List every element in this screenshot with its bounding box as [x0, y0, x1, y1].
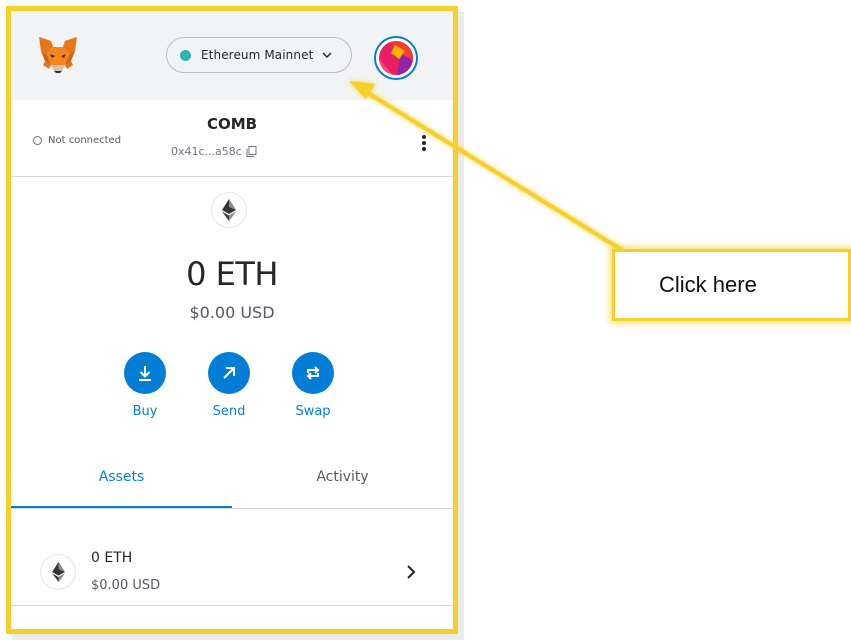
callout-box: Click here [612, 249, 851, 321]
callout-text: Click here [659, 272, 757, 297]
